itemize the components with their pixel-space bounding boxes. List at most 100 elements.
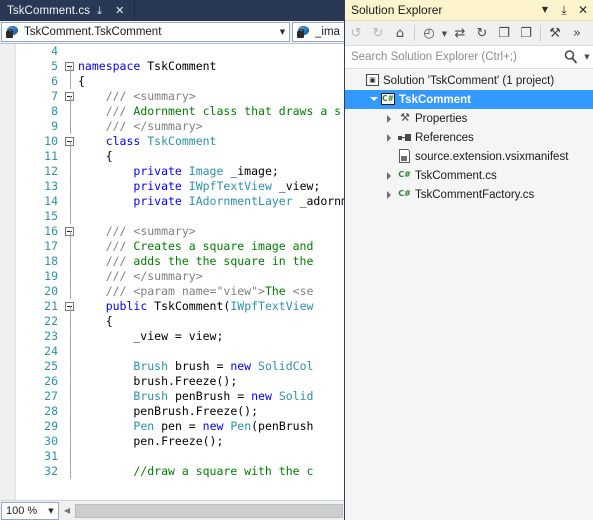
chevron-down-icon[interactable]: ▼ <box>276 22 289 42</box>
code-line: /// Creates a square image and <box>78 239 345 254</box>
tree-item-properties[interactable]: ⚒ Properties <box>345 109 593 128</box>
code-token: new <box>251 389 279 403</box>
tree-item-source-extension-vsixmanifest[interactable]: source.extension.vsixmanifest <box>345 147 593 166</box>
line-number: 7 <box>51 89 58 103</box>
sync-with-active-doc-button[interactable]: ⇄ <box>449 22 471 44</box>
tree-item-tskcomment[interactable]: TskComment <box>345 90 593 109</box>
tree-expander-collapsed-icon[interactable] <box>383 166 396 185</box>
outlining-cell[interactable] <box>64 134 78 149</box>
chevron-double-right-icon: » <box>573 25 581 41</box>
window-menu-button[interactable]: ▼ <box>536 1 554 19</box>
line-number: 4 <box>51 44 58 58</box>
tree-item-references[interactable]: References <box>345 128 593 147</box>
member-scope-dropdown[interactable]: _ima <box>292 22 345 42</box>
tree-expander-collapsed-icon[interactable] <box>383 109 396 128</box>
solution-explorer-toolbar: ↺ ↻ ⌂ ◴ ▼ ⇄ ↻ ❐ ❐ ⚒ » <box>345 21 593 46</box>
overflow-button[interactable]: » <box>566 22 588 44</box>
close-icon[interactable]: ✕ <box>574 1 592 19</box>
refresh-button[interactable]: ↻ <box>471 22 493 44</box>
source-code-text[interactable]: namespace TskComment{ /// <summary> /// … <box>78 44 345 500</box>
code-token: penBrush.Freeze(); <box>78 404 259 418</box>
show-all-files-button[interactable]: ❐ <box>515 22 537 44</box>
chevron-down-icon[interactable]: ▼ <box>440 22 449 44</box>
solution-icon: ▣ <box>364 71 381 90</box>
pending-changes-button[interactable]: ◴ <box>418 22 440 44</box>
line-number: 11 <box>44 149 58 163</box>
tree-item-tskcomment-cs[interactable]: TskComment.cs <box>345 166 593 185</box>
line-number: 6 <box>51 74 58 88</box>
line-number: 25 <box>44 359 58 373</box>
code-line: /// <param name="view">The <se <box>78 284 345 299</box>
document-tab-tskcomment-cs[interactable]: TskComment.cs ⤓ ✕ <box>0 0 135 21</box>
code-token: { <box>78 149 113 163</box>
outlining-cell <box>64 239 78 254</box>
collapse-all-button[interactable]: ❐ <box>493 22 515 44</box>
outlining-cell[interactable] <box>64 299 78 314</box>
tree-expander-collapsed-icon[interactable] <box>383 185 396 204</box>
code-token: Adornment class that draws a s <box>133 104 342 118</box>
outlining-cell <box>64 74 78 89</box>
line-number: 18 <box>44 254 58 268</box>
code-token: TskComment <box>147 134 217 148</box>
breakpoint-margin[interactable] <box>0 44 16 500</box>
code-token: /// <box>78 269 134 283</box>
refresh-icon: ↻ <box>476 25 488 41</box>
line-number: 15 <box>44 209 58 223</box>
code-text-area[interactable]: 4 5 6 7 8 9 10 11 12 13 14 15 16 17 18 19 20 21 22 23 24 25 26… <box>0 44 345 500</box>
solution-explorer-tree[interactable]: ▣Solution 'TskComment' (1 project) TskCom… <box>345 69 593 520</box>
pin-icon[interactable]: ⤓ <box>95 4 108 17</box>
search-input[interactable]: Search Solution Explorer (Ctrl+;) <box>345 51 561 63</box>
line-number: 26 <box>44 374 58 388</box>
code-line: namespace TskComment <box>78 59 345 74</box>
tree-item-label: TskComment <box>399 93 471 106</box>
horizontal-scrollbar[interactable]: ◀ <box>60 502 345 520</box>
chevron-down-icon[interactable]: ▼ <box>44 507 58 515</box>
outlining-cell[interactable] <box>64 89 78 104</box>
code-token: Pen <box>230 419 252 433</box>
tree-expander-collapsed-icon[interactable] <box>383 128 396 147</box>
outlining-margin[interactable] <box>64 44 78 500</box>
line-number: 31 <box>44 449 58 463</box>
auto-hide-pin-icon[interactable]: ⤓ <box>555 1 573 19</box>
code-token: pen.Freeze(); <box>78 434 224 448</box>
type-scope-dropdown[interactable]: TskComment.TskComment ▼ <box>1 22 290 42</box>
code-token: Image <box>188 164 224 178</box>
home-button[interactable]: ⌂ <box>389 22 411 44</box>
navigate-back-button[interactable]: ↺ <box>345 22 367 44</box>
code-token: brush = <box>168 359 231 373</box>
chevron-left-icon[interactable]: ◀ <box>60 502 74 520</box>
outlining-cell <box>64 374 78 389</box>
code-editor-pane: TskComment.cs ⤓ ✕ TskComment.TskComment … <box>0 0 345 520</box>
class-private-icon <box>5 25 21 40</box>
code-token: </summary> <box>133 119 203 133</box>
code-token: Brush <box>133 359 169 373</box>
type-scope-label: TskComment.TskComment <box>24 26 162 38</box>
code-line: { <box>78 74 345 89</box>
navigate-forward-button[interactable]: ↻ <box>367 22 389 44</box>
outlining-cell[interactable] <box>64 59 78 74</box>
outlining-cell[interactable] <box>64 224 78 239</box>
outlining-cell <box>64 344 78 359</box>
code-token: new <box>202 419 231 433</box>
tree-item-solution-tskcomment-1-project[interactable]: ▣ Solution 'TskComment' (1 project) <box>345 71 593 90</box>
line-number: 5 <box>51 59 58 73</box>
scrollbar-thumb[interactable] <box>75 504 343 518</box>
chevron-down-icon[interactable]: ▼ <box>581 46 593 69</box>
line-number: 29 <box>44 419 58 433</box>
tree-expander-expanded-icon[interactable] <box>367 90 380 109</box>
back-arrow-icon: ↺ <box>350 25 362 41</box>
code-token: /// <box>78 224 134 238</box>
tree-item-tskcommentfactory-cs[interactable]: TskCommentFactory.cs <box>345 185 593 204</box>
zoom-level-dropdown[interactable]: 100 % ▼ <box>1 502 59 520</box>
code-line: /// <summary> <box>78 224 345 239</box>
code-token: brush.Freeze(); <box>78 374 238 388</box>
close-icon[interactable]: ✕ <box>113 4 126 17</box>
home-icon: ⌂ <box>395 25 405 41</box>
solution-explorer-search-box[interactable]: Search Solution Explorer (Ctrl+;) ▼ <box>345 46 593 69</box>
properties-button[interactable]: ⚒ <box>544 22 566 44</box>
